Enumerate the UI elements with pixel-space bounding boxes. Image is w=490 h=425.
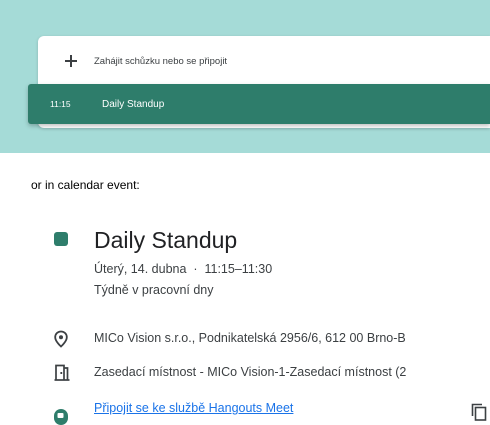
event-location: MICo Vision s.r.o., Podnikatelská 2956/6… [94, 331, 406, 345]
join-hangouts-meet-link[interactable]: Připojit se ke službě Hangouts Meet [94, 401, 293, 415]
event-date: Úterý, 14. dubna [94, 262, 187, 276]
event-list-item[interactable]: 11:15 Daily Standup [28, 84, 490, 124]
event-room: Zasedací místnost - MICo Vision-1-Zaseda… [94, 365, 407, 379]
room-icon [54, 364, 70, 381]
event-time-range: 11:15–11:30 [204, 262, 273, 276]
location-pin-icon [54, 330, 68, 348]
event-recurrence: Týdně v pracovní dny [94, 283, 214, 297]
start-or-join-meeting-button[interactable]: Zahájit schůzku nebo se připojit [38, 46, 490, 76]
copy-icon[interactable] [471, 403, 487, 421]
event-color-indicator [54, 232, 68, 246]
event-time: 11:15 [50, 99, 71, 109]
caption-text: or in calendar event: [31, 178, 140, 192]
event-name: Daily Standup [102, 98, 165, 110]
event-title: Daily Standup [94, 227, 238, 253]
calendar-preview-panel: Zahájit schůzku nebo se připojit 11:15 D… [0, 0, 490, 153]
hangouts-meet-icon [54, 409, 68, 425]
start-or-join-label: Zahájit schůzku nebo se připojit [94, 55, 228, 67]
plus-icon [64, 54, 78, 68]
event-date-time: Úterý, 14. dubna · 11:15–11:30 [94, 262, 273, 276]
